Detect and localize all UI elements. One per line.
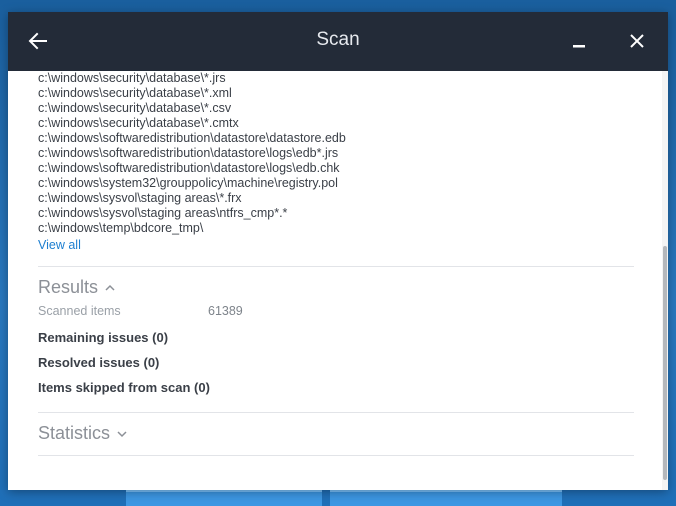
results-heading: Results (38, 277, 99, 297)
resolved-issues-item[interactable]: Resolved issues (0) (38, 355, 159, 370)
scanned-items-value: 61389 (208, 304, 243, 318)
close-icon (630, 34, 644, 48)
statistics-section-toggle[interactable]: Statistics (38, 423, 128, 444)
exclusion-paths-list: c:\windows\security\database\*.jrs c:\wi… (38, 71, 618, 254)
scanned-items-label: Scanned items (38, 304, 121, 318)
statistics-heading: Statistics (38, 423, 111, 443)
scan-content: c:\windows\security\database\*.jrs c:\wi… (8, 71, 668, 490)
chevron-up-icon (105, 284, 115, 291)
list-item: c:\windows\softwaredistribution\datastor… (38, 146, 339, 160)
list-item: c:\windows\sysvol\staging areas\*.frx (38, 191, 242, 205)
scrollbar[interactable] (662, 71, 668, 490)
title-bar: Scan (8, 12, 668, 71)
scanned-items-row: Scanned items 61389 (38, 304, 438, 318)
divider (38, 412, 634, 413)
minimize-button[interactable] (568, 31, 590, 53)
list-item: c:\windows\system32\grouppolicy\machine\… (38, 176, 338, 190)
list-item: c:\windows\security\database\*.cmtx (38, 116, 239, 130)
list-item: c:\windows\security\database\*.csv (38, 101, 232, 115)
list-item: c:\windows\sysvol\staging areas\ntfrs_cm… (38, 206, 288, 220)
desktop-tile (126, 490, 322, 506)
divider (38, 266, 634, 267)
divider (38, 455, 634, 456)
skipped-items-item[interactable]: Items skipped from scan (0) (38, 380, 210, 395)
remaining-issues-item[interactable]: Remaining issues (0) (38, 330, 168, 345)
list-item: c:\windows\softwaredistribution\datastor… (38, 131, 346, 145)
minimize-icon (573, 45, 585, 48)
list-item: c:\windows\softwaredistribution\datastor… (38, 161, 340, 175)
scrollbar-thumb[interactable] (663, 246, 667, 480)
close-button[interactable] (626, 30, 648, 52)
view-all-link[interactable]: View all (38, 238, 81, 253)
list-item: c:\windows\security\database\*.xml (38, 86, 232, 100)
list-item: c:\windows\temp\bdcore_tmp\ (38, 221, 204, 235)
list-item: c:\windows\security\database\*.jrs (38, 71, 226, 85)
chevron-down-icon (117, 430, 127, 437)
scan-window: Scan c:\windows\security\database\*.jrs … (8, 12, 668, 490)
desktop-tile (330, 490, 562, 506)
results-section-toggle[interactable]: Results (38, 277, 116, 298)
